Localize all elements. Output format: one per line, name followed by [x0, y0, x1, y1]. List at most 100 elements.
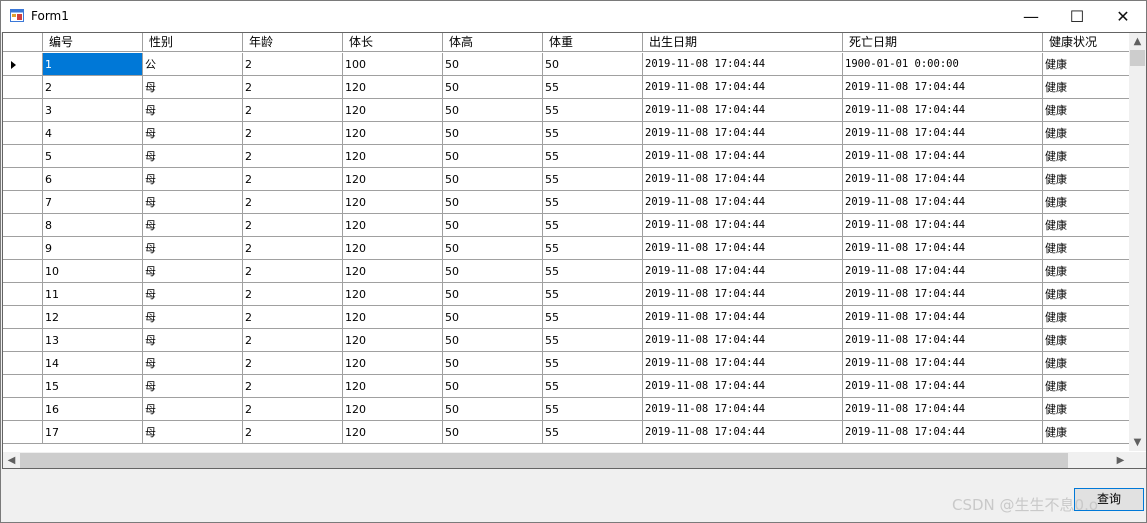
close-button[interactable]: ✕	[1100, 1, 1146, 32]
cell-gender[interactable]: 母	[143, 306, 243, 329]
cell-id[interactable]: 3	[43, 99, 143, 122]
column-header-id[interactable]: 编号	[43, 33, 143, 52]
cell-weight[interactable]: 55	[543, 145, 643, 168]
table-row[interactable]: 9 母 2 120 50 55 2019-11-08 17:04:44 2019-11-08 …	[3, 237, 1129, 260]
cell-length[interactable]: 100	[343, 53, 443, 76]
cell-age[interactable]: 2	[243, 53, 343, 76]
cell-length[interactable]: 120	[343, 306, 443, 329]
cell-weight[interactable]: 55	[543, 306, 643, 329]
cell-health[interactable]: 健康	[1043, 99, 1129, 122]
cell-weight[interactable]: 55	[543, 421, 643, 444]
row-header[interactable]	[3, 283, 43, 306]
row-header[interactable]	[3, 214, 43, 237]
cell-birth-date[interactable]: 2019-11-08 17:04:44	[643, 283, 843, 306]
cell-death-date[interactable]: 2019-11-08 17:04:44	[843, 375, 1043, 398]
cell-age[interactable]: 2	[243, 237, 343, 260]
cell-weight[interactable]: 55	[543, 122, 643, 145]
row-header[interactable]	[3, 168, 43, 191]
cell-gender[interactable]: 母	[143, 99, 243, 122]
cell-death-date[interactable]: 2019-11-08 17:04:44	[843, 191, 1043, 214]
cell-health[interactable]: 健康	[1043, 398, 1129, 421]
cell-id[interactable]: 4	[43, 122, 143, 145]
table-row[interactable]: 7 母 2 120 50 55 2019-11-08 17:04:44 2019-11-08 …	[3, 191, 1129, 214]
cell-id[interactable]: 14	[43, 352, 143, 375]
vertical-scroll-thumb[interactable]	[1130, 50, 1145, 66]
cell-height[interactable]: 50	[443, 306, 543, 329]
cell-birth-date[interactable]: 2019-11-08 17:04:44	[643, 99, 843, 122]
cell-age[interactable]: 2	[243, 352, 343, 375]
row-header[interactable]	[3, 375, 43, 398]
cell-length[interactable]: 120	[343, 260, 443, 283]
cell-age[interactable]: 2	[243, 283, 343, 306]
cell-weight[interactable]: 55	[543, 283, 643, 306]
cell-birth-date[interactable]: 2019-11-08 17:04:44	[643, 53, 843, 76]
column-header-death-date[interactable]: 死亡日期	[843, 33, 1043, 52]
column-header-birth-date[interactable]: 出生日期	[643, 33, 843, 52]
cell-health[interactable]: 健康	[1043, 375, 1129, 398]
table-row[interactable]: 14 母 2 120 50 55 2019-11-08 17:04:44 2019-11-08…	[3, 352, 1129, 375]
row-header[interactable]	[3, 122, 43, 145]
cell-height[interactable]: 50	[443, 260, 543, 283]
cell-health[interactable]: 健康	[1043, 283, 1129, 306]
cell-death-date[interactable]: 2019-11-08 17:04:44	[843, 168, 1043, 191]
cell-health[interactable]: 健康	[1043, 53, 1129, 76]
cell-health[interactable]: 健康	[1043, 168, 1129, 191]
cell-id[interactable]: 15	[43, 375, 143, 398]
cell-age[interactable]: 2	[243, 145, 343, 168]
table-row[interactable]: 4 母 2 120 50 55 2019-11-08 17:04:44 2019-11-08 …	[3, 122, 1129, 145]
row-header[interactable]	[3, 352, 43, 375]
cell-birth-date[interactable]: 2019-11-08 17:04:44	[643, 214, 843, 237]
row-header[interactable]	[3, 191, 43, 214]
cell-age[interactable]: 2	[243, 168, 343, 191]
cell-death-date[interactable]: 2019-11-08 17:04:44	[843, 122, 1043, 145]
cell-height[interactable]: 50	[443, 99, 543, 122]
cell-age[interactable]: 2	[243, 260, 343, 283]
cell-health[interactable]: 健康	[1043, 260, 1129, 283]
cell-id[interactable]: 1	[43, 53, 143, 76]
cell-id[interactable]: 2	[43, 76, 143, 99]
cell-length[interactable]: 120	[343, 99, 443, 122]
cell-gender[interactable]: 公	[143, 53, 243, 76]
cell-length[interactable]: 120	[343, 191, 443, 214]
cell-height[interactable]: 50	[443, 283, 543, 306]
cell-height[interactable]: 50	[443, 145, 543, 168]
cell-birth-date[interactable]: 2019-11-08 17:04:44	[643, 145, 843, 168]
cell-gender[interactable]: 母	[143, 145, 243, 168]
cell-length[interactable]: 120	[343, 352, 443, 375]
cell-id[interactable]: 12	[43, 306, 143, 329]
cell-birth-date[interactable]: 2019-11-08 17:04:44	[643, 375, 843, 398]
cell-length[interactable]: 120	[343, 237, 443, 260]
cell-birth-date[interactable]: 2019-11-08 17:04:44	[643, 76, 843, 99]
cell-birth-date[interactable]: 2019-11-08 17:04:44	[643, 398, 843, 421]
cell-weight[interactable]: 55	[543, 76, 643, 99]
cell-height[interactable]: 50	[443, 214, 543, 237]
scroll-left-icon[interactable]: ◀	[3, 452, 20, 468]
scroll-down-icon[interactable]: ▼	[1129, 434, 1146, 451]
row-header[interactable]	[3, 421, 43, 444]
cell-gender[interactable]: 母	[143, 375, 243, 398]
cell-weight[interactable]: 55	[543, 191, 643, 214]
cell-death-date[interactable]: 2019-11-08 17:04:44	[843, 329, 1043, 352]
cell-height[interactable]: 50	[443, 398, 543, 421]
cell-length[interactable]: 120	[343, 145, 443, 168]
row-header[interactable]	[3, 237, 43, 260]
row-header[interactable]	[3, 329, 43, 352]
cell-death-date[interactable]: 2019-11-08 17:04:44	[843, 283, 1043, 306]
cell-age[interactable]: 2	[243, 99, 343, 122]
header-corner[interactable]	[3, 33, 43, 52]
cell-death-date[interactable]: 2019-11-08 17:04:44	[843, 76, 1043, 99]
cell-height[interactable]: 50	[443, 352, 543, 375]
table-row[interactable]: 17 母 2 120 50 55 2019-11-08 17:04:44 2019-11-08…	[3, 421, 1129, 444]
cell-death-date[interactable]: 1900-01-01 0:00:00	[843, 53, 1043, 76]
cell-age[interactable]: 2	[243, 421, 343, 444]
cell-length[interactable]: 120	[343, 421, 443, 444]
table-row[interactable]: 8 母 2 120 50 55 2019-11-08 17:04:44 2019-11-08 …	[3, 214, 1129, 237]
cell-birth-date[interactable]: 2019-11-08 17:04:44	[643, 168, 843, 191]
cell-gender[interactable]: 母	[143, 329, 243, 352]
cell-height[interactable]: 50	[443, 122, 543, 145]
cell-health[interactable]: 健康	[1043, 421, 1129, 444]
row-header[interactable]	[3, 306, 43, 329]
cell-death-date[interactable]: 2019-11-08 17:04:44	[843, 237, 1043, 260]
table-row[interactable]: 1 公 2 100 50 50 2019-11-08 17:04:44 1900-01-01 …	[3, 53, 1129, 76]
minimize-button[interactable]: —	[1008, 1, 1054, 32]
